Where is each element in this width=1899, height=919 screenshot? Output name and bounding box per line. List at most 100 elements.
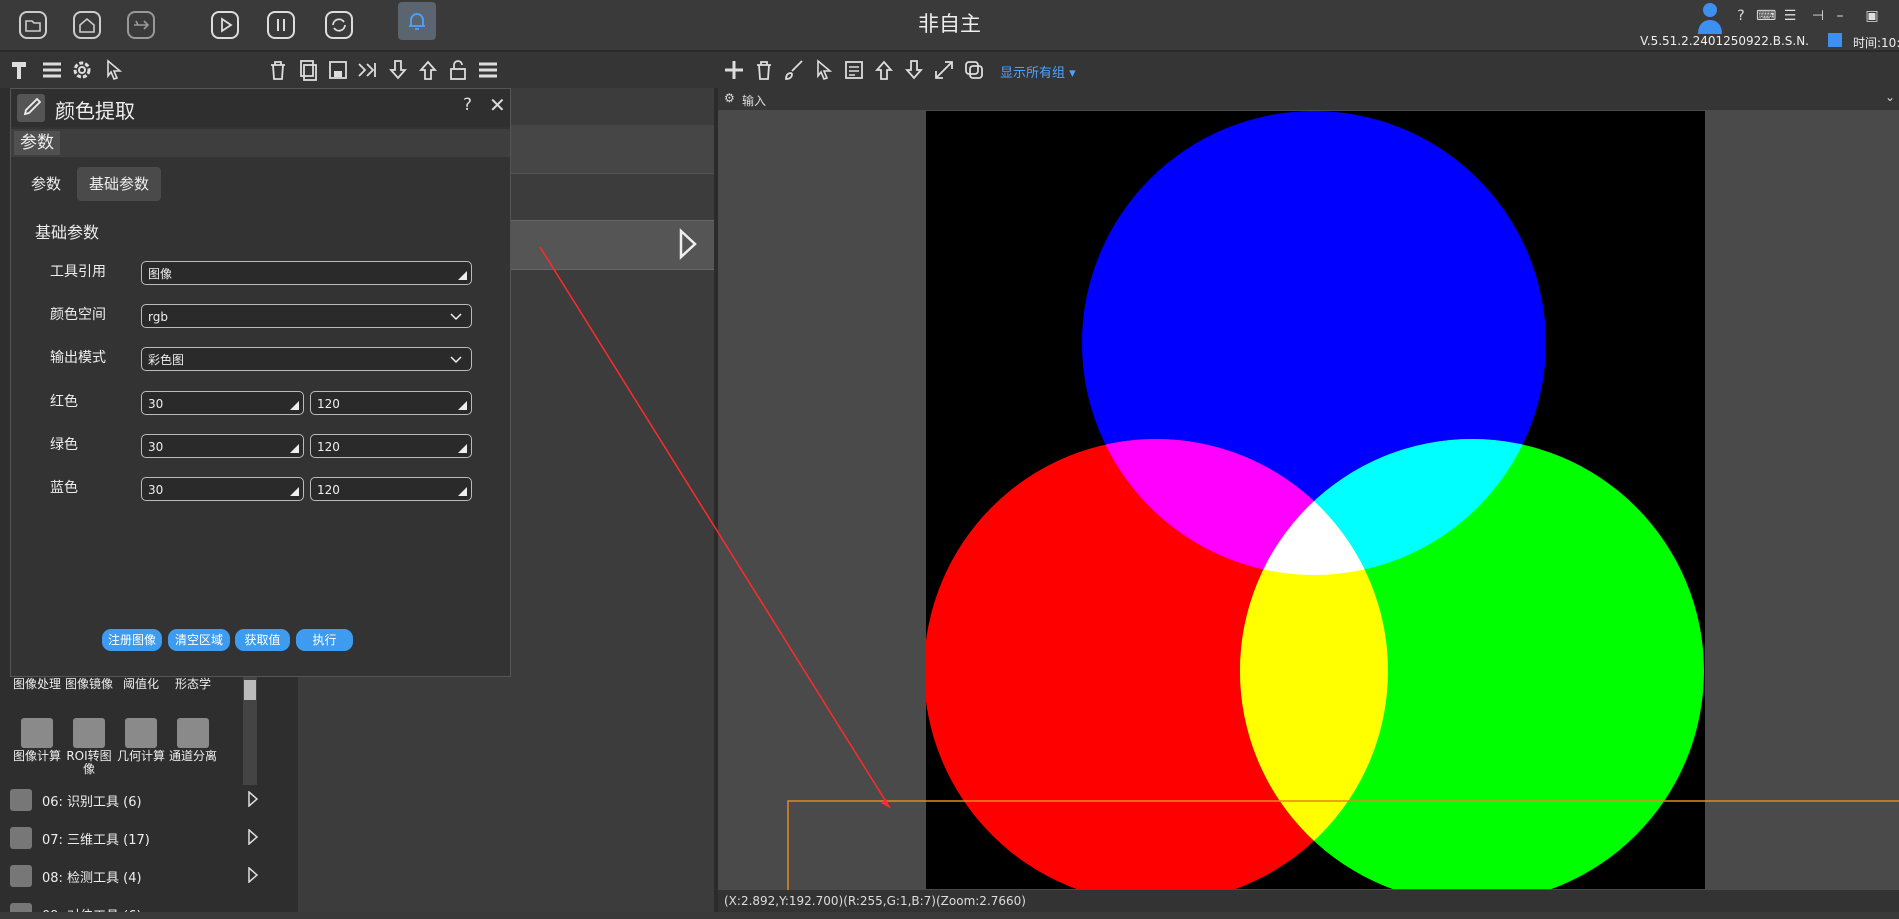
subtab-params[interactable]: 参数	[19, 167, 73, 201]
run-button[interactable]	[208, 8, 242, 42]
copy-icon[interactable]	[296, 58, 320, 82]
subtab-basic-params[interactable]: 基础参数	[77, 167, 162, 201]
clear-region-button[interactable]: 清空区域	[168, 629, 230, 651]
roi-icon	[73, 718, 105, 748]
pin-icon[interactable]: ⊣	[1808, 6, 1828, 26]
section-title: 基础参数	[35, 223, 100, 242]
tool-image-calc[interactable]: 图像计算	[12, 718, 62, 763]
dialog-title: 颜色提取	[55, 99, 135, 123]
arrow-down-icon[interactable]	[386, 58, 410, 82]
grid-icon	[1828, 33, 1842, 47]
tool-scrollbar-thumb[interactable]	[244, 680, 256, 700]
tool-channel-split[interactable]: 通道分离	[168, 718, 218, 763]
list-icon[interactable]: ☰	[1780, 6, 1800, 26]
maximize-icon[interactable]: ▣	[1862, 6, 1882, 26]
rgb-circles-image	[926, 111, 1705, 889]
tool-image-processing[interactable]: 图像处理	[12, 678, 62, 691]
register-image-button[interactable]: 注册图像	[102, 629, 162, 651]
green-min-input[interactable]: 30	[141, 434, 304, 458]
settings-icon[interactable]: ⚙	[724, 91, 735, 105]
expand-icon[interactable]	[932, 58, 956, 82]
move-down-icon[interactable]	[902, 58, 926, 82]
eyedropper-icon	[17, 94, 45, 122]
loop-button[interactable]	[322, 8, 356, 42]
brush-icon[interactable]	[782, 58, 806, 82]
user-avatar-icon[interactable]	[1696, 0, 1724, 34]
image-calc-icon	[21, 718, 53, 748]
list-menu-icon[interactable]	[476, 58, 500, 82]
select-pointer-icon[interactable]	[812, 58, 836, 82]
category-inspection[interactable]: 08: 检测工具 (4)	[8, 859, 258, 893]
show-all-groups-dropdown[interactable]: 显示所有组 ▾	[1000, 62, 1076, 81]
delete-icon[interactable]	[266, 58, 290, 82]
color-space-label: 颜色空间	[50, 307, 106, 323]
bottom-strip	[0, 912, 1899, 919]
hammer-icon[interactable]	[8, 58, 32, 82]
tool-roi-to-image[interactable]: ROI转图像	[64, 718, 114, 776]
view-header: ⚙ 输入 ⌄	[718, 88, 1899, 110]
step-icon[interactable]	[356, 58, 380, 82]
red-label: 红色	[50, 394, 78, 410]
pause-icon	[267, 11, 295, 39]
tool-ref-input[interactable]: 图像	[141, 261, 472, 285]
category-recognition[interactable]: 06: 识别工具 (6)	[8, 783, 258, 817]
save-icon[interactable]	[326, 58, 350, 82]
corner-triangle-icon	[290, 444, 299, 453]
usb-button[interactable]	[124, 8, 158, 42]
minimize-icon[interactable]: –	[1830, 6, 1850, 26]
gear-icon[interactable]	[70, 58, 94, 82]
tool-image-mirror[interactable]: 图像镜像	[64, 678, 114, 691]
help-button[interactable]: ?	[463, 95, 472, 115]
tab-params[interactable]: 参数	[14, 131, 60, 155]
pause-button[interactable]	[264, 8, 298, 42]
dialog-header[interactable]: 颜色提取 ? ✕	[11, 89, 510, 127]
trash-icon[interactable]	[752, 58, 776, 82]
top-bar: 非自主 ? ⌨ ☰ ⊣ – ▣ V.5.51.2.2401250922.B.S.…	[0, 0, 1899, 50]
corner-triangle-icon	[290, 487, 299, 496]
expand-arrow-icon[interactable]	[676, 228, 700, 260]
help-icon[interactable]: ?	[1731, 6, 1751, 26]
channel-split-icon	[177, 718, 209, 748]
close-button[interactable]: ✕	[489, 93, 506, 117]
status-bar: (X:2.892,Y:192.700)(R:255,G:1,B:7)(Zoom:…	[718, 890, 1899, 912]
home-button[interactable]	[70, 8, 104, 42]
pointer-icon[interactable]	[102, 58, 126, 82]
image-canvas[interactable]	[926, 111, 1705, 889]
time-label: 时间:10:	[1853, 36, 1899, 50]
recognition-icon	[10, 789, 32, 811]
red-max-input[interactable]: 120	[310, 391, 472, 415]
category-3d[interactable]: 07: 三维工具 (17)	[8, 821, 258, 855]
red-min-input[interactable]: 30	[141, 391, 304, 415]
tool-morphology[interactable]: 形态学	[168, 678, 218, 691]
green-max-input[interactable]: 120	[310, 434, 472, 458]
output-mode-select[interactable]: 彩色图	[141, 347, 472, 371]
corner-triangle-icon	[458, 487, 467, 496]
open-folder-button[interactable]	[16, 8, 50, 42]
blue-min-input[interactable]: 30	[141, 477, 304, 501]
layers-icon[interactable]	[962, 58, 986, 82]
version-label: V.5.51.2.2401250922.B.S.N.	[1640, 34, 1809, 48]
execute-button[interactable]: 执行	[296, 629, 353, 651]
chevron-right-icon	[248, 791, 258, 807]
menu-icon[interactable]	[40, 58, 64, 82]
get-value-button[interactable]: 获取值	[235, 629, 290, 651]
view-header-label: 输入	[742, 94, 767, 108]
keyboard-icon[interactable]: ⌨	[1756, 6, 1776, 26]
move-up-icon[interactable]	[872, 58, 896, 82]
bell-icon	[409, 13, 425, 30]
tool-threshold[interactable]: 阈值化	[116, 678, 166, 691]
collapse-icon[interactable]: ⌄	[1885, 90, 1895, 104]
unlock-icon[interactable]	[446, 58, 470, 82]
folder-icon	[19, 11, 47, 39]
alarm-button[interactable]	[398, 2, 436, 40]
dropdown-arrow-icon: ▾	[1069, 66, 1076, 81]
add-icon[interactable]	[722, 58, 746, 82]
tool-geometry-calc[interactable]: 几何计算	[116, 718, 166, 763]
dialog-tabbar: 参数	[11, 129, 510, 157]
document-icon[interactable]	[842, 58, 866, 82]
blue-max-input[interactable]: 120	[310, 477, 472, 501]
home-icon	[73, 11, 101, 39]
arrow-up-icon[interactable]	[416, 58, 440, 82]
color-space-select[interactable]: rgb	[141, 304, 472, 328]
chevron-down-icon	[450, 356, 462, 364]
